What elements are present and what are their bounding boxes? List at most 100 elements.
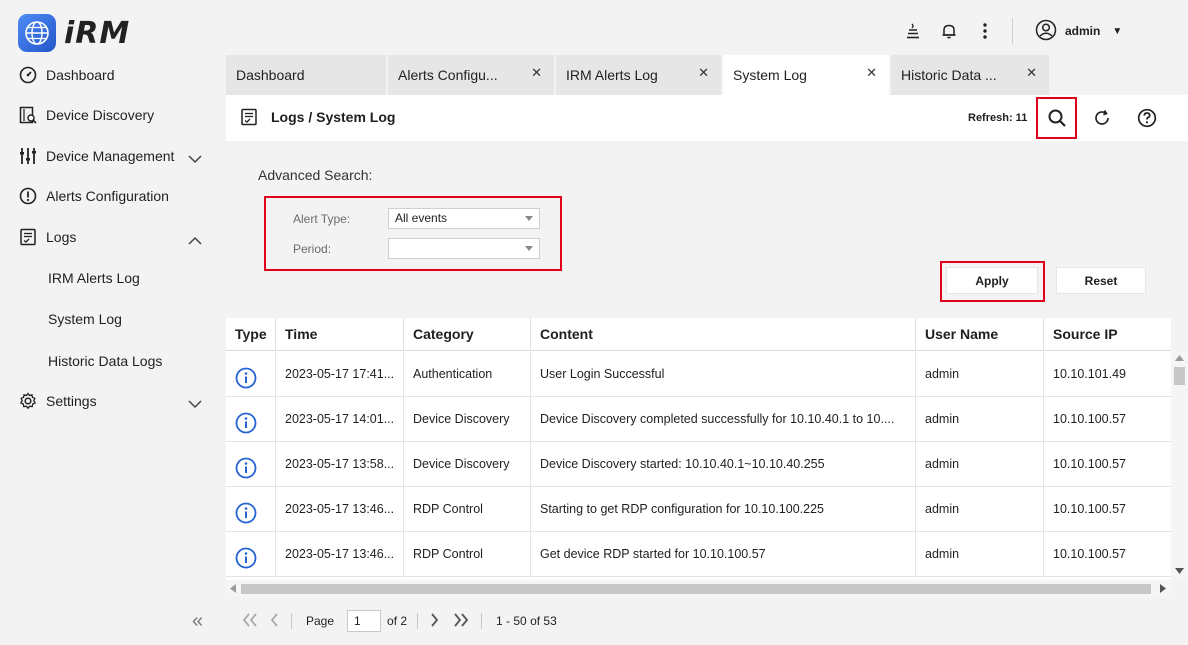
bell-icon[interactable] [936,18,962,44]
column-header-type[interactable]: Type [226,318,276,351]
table-row[interactable]: 2023-05-17 13:46... RDP Control Get devi… [226,532,1171,577]
type-cell [226,352,276,397]
more-vertical-icon[interactable] [972,18,998,44]
tab-alerts-configuration[interactable]: Alerts Configu... ✕ [388,55,556,95]
user-cell: admin [916,352,1044,397]
sidebar-item-label: Settings [46,393,97,409]
close-icon[interactable]: ✕ [698,65,709,81]
sidebar-item-alerts-configuration[interactable]: Alerts Configuration [18,184,169,208]
last-page-icon[interactable] [453,611,469,632]
horizontal-scrollbar[interactable] [226,580,1171,597]
sidebar-item-logs[interactable]: Logs [18,225,76,249]
search-highlight [1036,97,1077,139]
chevron-down-icon[interactable] [186,150,204,168]
tab-historic-data[interactable]: Historic Data ... ✕ [891,55,1051,95]
column-header-category[interactable]: Category [404,318,531,351]
source-ip-cell: 10.10.101.49 [1053,367,1126,381]
time-cell: 2023-05-17 14:01... [276,397,404,442]
refresh-button[interactable] [1089,105,1115,131]
table-row[interactable]: 2023-05-17 13:46... RDP Control Starting… [226,487,1171,532]
alert-type-value: All events [395,211,448,225]
help-button[interactable] [1134,105,1160,131]
tab-bar: Dashboard Alerts Configu... ✕ IRM Alerts… [226,55,1051,95]
user-cell: admin [916,532,1044,577]
app-logo[interactable]: iRM [18,14,130,52]
tab-irm-alerts-log[interactable]: IRM Alerts Log ✕ [556,55,723,95]
horizontal-scroll-thumb[interactable] [241,584,1151,594]
info-icon [235,363,257,397]
period-label: Period: [293,242,332,256]
scroll-left-icon[interactable] [230,584,236,593]
sidebar-item-label: Device Discovery [46,107,155,123]
advanced-search-title: Advanced Search: [258,167,373,183]
sidebar-item-device-discovery[interactable]: Device Discovery [18,103,154,127]
next-page-icon[interactable] [430,611,439,632]
column-header-source-ip[interactable]: Source IP [1044,318,1171,351]
time-cell: 2023-05-17 17:41... [276,352,404,397]
tab-system-log[interactable]: System Log ✕ [723,55,891,95]
pager-divider [291,613,292,629]
column-header-user-name[interactable]: User Name [916,318,1044,351]
column-header-content[interactable]: Content [531,318,916,351]
alert-type-label: Alert Type: [293,212,351,226]
content-cell: Device Discovery completed successfully … [531,397,916,442]
caret-down-icon [525,216,533,221]
info-icon [235,453,257,487]
source-ip-cell: 10.10.100.57 [1053,457,1126,471]
chevron-up-icon[interactable] [186,231,204,249]
category-cell: RDP Control [404,487,531,532]
column-header-time[interactable]: Time [276,318,404,351]
category-cell: Authentication [404,352,531,397]
scroll-up-icon[interactable] [1175,355,1184,361]
source-ip-cell: 10.10.100.57 [1053,502,1126,516]
close-icon[interactable]: ✕ [1026,65,1037,81]
type-cell [226,442,276,487]
user-menu[interactable]: admin ▼ [1035,19,1122,44]
sidebar-item-dashboard[interactable]: Dashboard [18,63,115,87]
sidebar-subitem-historic-data-logs[interactable]: Historic Data Logs [48,353,162,369]
sidebar-item-settings[interactable]: Settings [18,389,97,413]
tasks-stack-icon[interactable] [900,18,926,44]
first-page-icon[interactable] [242,611,258,632]
system-log-panel: Logs / System Log Refresh: 11 Advanced S… [226,95,1188,645]
gauge-icon [18,65,38,85]
gear-icon [18,391,38,411]
info-icon [235,498,257,532]
tab-dashboard[interactable]: Dashboard [226,55,388,95]
source-ip-cell: 10.10.100.57 [1053,547,1126,561]
page-number-input[interactable]: 1 [347,610,382,632]
apply-button[interactable]: Apply [946,267,1038,294]
period-select[interactable] [388,238,540,259]
scroll-right-icon[interactable] [1160,584,1166,593]
alert-circle-icon [18,186,38,206]
topbar-divider [1012,18,1013,44]
chevron-down-icon[interactable] [186,395,204,413]
sidebar-subitem-system-log[interactable]: System Log [48,311,122,327]
scroll-down-icon[interactable] [1175,568,1184,574]
content-cell: Device Discovery started: 10.10.40.1~10.… [531,442,916,487]
close-icon[interactable]: ✕ [531,65,542,81]
table-header: Type Time Category Content User Name Sou… [226,318,1171,351]
info-icon [235,543,257,577]
reset-button[interactable]: Reset [1056,267,1146,294]
caret-down-icon [525,246,533,251]
tab-label: IRM Alerts Log [566,67,658,83]
sidebar-item-label: Logs [46,229,77,245]
page-total: of 2 [387,614,408,628]
vertical-scroll-thumb[interactable] [1174,367,1185,385]
info-icon [235,408,257,442]
vertical-scrollbar[interactable] [1171,351,1188,580]
table-row[interactable]: 2023-05-17 17:41... Authentication User … [226,352,1171,397]
record-range: 1 - 50 of 53 [496,614,557,628]
sidebar-item-device-management[interactable]: Device Management [18,144,174,168]
logo-text: iRM [64,15,131,51]
sidebar-subitem-irm-alerts-log[interactable]: IRM Alerts Log [48,270,140,286]
close-icon[interactable]: ✕ [866,65,877,81]
collapse-sidebar-button[interactable]: « [192,610,203,633]
table-row[interactable]: 2023-05-17 13:58... Device Discovery Dev… [226,442,1171,487]
previous-page-icon[interactable] [270,611,279,632]
log-document-icon [240,108,258,129]
alert-type-select[interactable]: All events [388,208,540,229]
table-row[interactable]: 2023-05-17 14:01... Device Discovery Dev… [226,397,1171,442]
log-document-icon [18,227,38,247]
